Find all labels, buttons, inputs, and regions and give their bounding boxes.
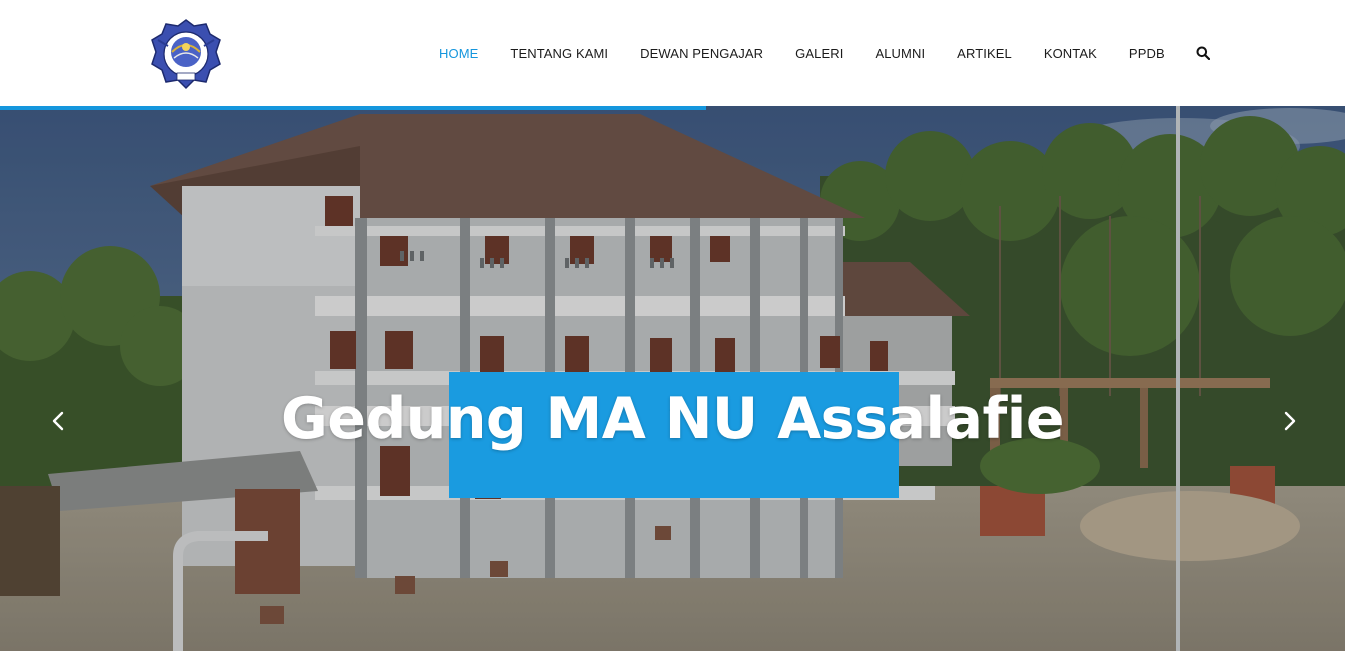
slider-progress-bar: [0, 106, 1345, 110]
nav-tentang-kami[interactable]: TENTANG KAMI: [510, 46, 608, 61]
nav-ppdb[interactable]: PPDB: [1129, 46, 1165, 61]
nav-galeri[interactable]: GALERI: [795, 46, 843, 61]
nav-home[interactable]: HOME: [439, 46, 478, 61]
nav-artikel[interactable]: ARTIKEL: [957, 46, 1012, 61]
slide-caption: Gedung MA NU Assalafie: [281, 386, 1065, 452]
nav-dewan-pengajar[interactable]: DEWAN PENGAJAR: [640, 46, 763, 61]
main-nav: HOME TENTANG KAMI DEWAN PENGAJAR GALERI …: [439, 44, 1210, 62]
chevron-right-icon[interactable]: [1278, 404, 1302, 438]
slider-progress-fill: [0, 106, 707, 110]
hero-slider[interactable]: Gedung MA NU Assalafie: [0, 106, 1345, 651]
chevron-left-icon[interactable]: [46, 404, 70, 438]
nav-kontak[interactable]: KONTAK: [1044, 46, 1097, 61]
search-icon[interactable]: [1196, 46, 1210, 61]
school-crest-logo[interactable]: [148, 18, 224, 90]
site-header: HOME TENTANG KAMI DEWAN PENGAJAR GALERI …: [0, 0, 1345, 106]
nav-alumni[interactable]: ALUMNI: [875, 46, 925, 61]
